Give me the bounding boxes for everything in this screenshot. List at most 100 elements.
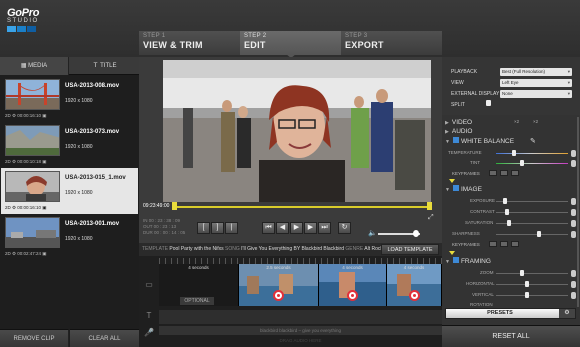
playback-select[interactable]: Best (Full Resolution) bbox=[500, 68, 572, 76]
clip-meta: 2D ⚙ 00:02:47:24 ▣ bbox=[5, 251, 47, 256]
keyframes-label: KEYFRAMES bbox=[452, 242, 480, 247]
section-audio-label: AUDIO bbox=[451, 128, 473, 135]
saturation-knob[interactable] bbox=[507, 220, 511, 226]
saturation-stepper[interactable] bbox=[571, 220, 576, 227]
step-export[interactable]: STEP 3 EXPORT bbox=[341, 31, 442, 55]
step-number: STEP 3 bbox=[345, 33, 368, 39]
reset-all-button[interactable]: RESET ALL bbox=[442, 325, 580, 347]
horizontal-knob[interactable] bbox=[525, 281, 529, 287]
temperature-stepper[interactable] bbox=[571, 150, 576, 157]
clip-item[interactable]: USA-2013-001.mov 1920 x 1080 2D ⚙ 00:02:… bbox=[1, 214, 138, 260]
split-slider-knob[interactable] bbox=[486, 100, 491, 106]
split-icon[interactable]: | bbox=[225, 222, 238, 234]
vertical-knob[interactable] bbox=[525, 292, 529, 298]
clip-item[interactable]: USA-2013-008.mov 1920 x 1080 2D ⚙ 00:00:… bbox=[1, 76, 138, 122]
clip-resolution: 1920 x 1080 bbox=[65, 144, 93, 150]
clip-item-selected[interactable]: USA-2013-015_1.mov 1920 x 1080 2D ⚙ 00:0… bbox=[1, 168, 138, 214]
clip-item[interactable]: USA-2013-073.mov 1920 x 1080 2D ⚙ 00:00:… bbox=[1, 122, 138, 168]
clip-name: USA-2013-008.mov bbox=[65, 83, 120, 89]
keyframe-next-button[interactable] bbox=[511, 241, 519, 247]
record-icon[interactable] bbox=[409, 290, 420, 301]
tab-media[interactable]: ▦ MEDIA bbox=[0, 57, 69, 75]
keyframe-prev-button[interactable] bbox=[489, 241, 497, 247]
clear-all-button[interactable]: CLEAR ALL bbox=[70, 329, 139, 347]
video-preview[interactable] bbox=[163, 60, 431, 202]
zoom-label: ZOOM bbox=[480, 270, 494, 275]
horizontal-slider[interactable] bbox=[496, 284, 568, 285]
tint-slider[interactable] bbox=[496, 163, 568, 164]
step-number: STEP 1 bbox=[143, 33, 166, 39]
volume-knob[interactable] bbox=[413, 230, 419, 237]
view-select[interactable]: Left Eye bbox=[500, 79, 572, 87]
section-wb-label: WHITE BALANCE bbox=[460, 138, 515, 145]
sharpness-slider[interactable] bbox=[496, 234, 568, 235]
remove-clip-button[interactable]: REMOVE CLIP bbox=[0, 329, 69, 347]
record-icon[interactable] bbox=[273, 290, 284, 301]
contrast-knob[interactable] bbox=[505, 209, 509, 215]
temperature-slider[interactable] bbox=[496, 153, 568, 154]
section-video[interactable]: ▶ VIDEO bbox=[445, 119, 472, 126]
zoom-slider[interactable] bbox=[496, 273, 568, 274]
exposure-knob[interactable] bbox=[503, 198, 507, 204]
zoom-stepper[interactable] bbox=[571, 270, 576, 277]
timeline-segment[interactable]: 2.5 seconds bbox=[239, 264, 319, 306]
keyframe-prev-button[interactable] bbox=[489, 170, 497, 176]
sharpness-stepper[interactable] bbox=[571, 231, 576, 238]
go-to-start-icon[interactable]: ⏮ bbox=[262, 222, 275, 234]
scrub-bar[interactable] bbox=[175, 206, 431, 208]
title-track[interactable] bbox=[159, 310, 442, 324]
timeline-segment[interactable]: 4 seconds bbox=[319, 264, 387, 306]
section-audio[interactable]: ▶ AUDIO bbox=[445, 128, 472, 135]
keyframe-add-button[interactable] bbox=[500, 170, 508, 176]
go-to-end-icon[interactable]: ⏭ bbox=[318, 222, 331, 234]
settings-scrollbar[interactable] bbox=[577, 117, 579, 307]
external-display-select[interactable]: None bbox=[500, 90, 572, 98]
gear-icon[interactable]: ⚙ bbox=[559, 309, 575, 318]
segment-duration: 4 seconds bbox=[403, 265, 425, 270]
fullscreen-icon[interactable]: ⤢ bbox=[428, 214, 434, 222]
sharpness-knob[interactable] bbox=[537, 231, 541, 237]
step-view-trim[interactable]: STEP 1 VIEW & TRIM bbox=[139, 31, 240, 55]
temperature-knob[interactable] bbox=[512, 150, 516, 156]
tint-knob[interactable] bbox=[520, 160, 524, 166]
vertical-slider[interactable] bbox=[496, 295, 568, 296]
vertical-stepper[interactable] bbox=[571, 292, 576, 299]
horizontal-stepper[interactable] bbox=[571, 281, 576, 288]
image-checkbox[interactable] bbox=[452, 185, 459, 192]
keyframe-add-button[interactable] bbox=[500, 241, 508, 247]
collapse-icon: ▼ bbox=[445, 187, 450, 193]
mark-in-icon[interactable]: [ bbox=[197, 222, 210, 234]
section-image[interactable]: ▼ IMAGE bbox=[445, 185, 482, 193]
timeline-segment[interactable]: 4 seconds bbox=[387, 264, 442, 306]
audio-track[interactable]: blackbird blackbird – give you everythin… bbox=[159, 326, 442, 335]
framing-checkbox[interactable] bbox=[452, 257, 459, 264]
mark-out-icon[interactable]: ] bbox=[211, 222, 224, 234]
section-framing[interactable]: ▼ FRAMING bbox=[445, 257, 491, 265]
step-edit[interactable]: STEP 2 EDIT bbox=[240, 31, 341, 55]
clip-meta: 2D ⚙ 00:00:16:10 ▣ bbox=[5, 113, 47, 118]
trim-out-handle[interactable] bbox=[427, 202, 432, 210]
keyframe-next-button[interactable] bbox=[511, 170, 519, 176]
load-template-button[interactable]: LOAD TEMPLATE bbox=[381, 244, 439, 255]
contrast-stepper[interactable] bbox=[571, 209, 576, 216]
audio-drop-zone[interactable]: DRAG AUDIO HERE bbox=[159, 336, 442, 345]
play-icon[interactable]: ▶ bbox=[290, 222, 303, 234]
genre-label: GENRE bbox=[345, 246, 364, 252]
tab-title[interactable]: Ｔ TITLE bbox=[70, 57, 139, 75]
section-white-balance[interactable]: ▼ WHITE BALANCE bbox=[445, 137, 515, 145]
zoom-knob[interactable] bbox=[520, 270, 524, 276]
horizontal-label: HORIZONTAL bbox=[466, 281, 495, 286]
gopro-logo: GoPro STUDIO bbox=[7, 7, 43, 32]
step-forward-icon[interactable]: ▶ bbox=[304, 222, 317, 234]
eyedropper-icon[interactable]: ✎ bbox=[530, 137, 536, 145]
clip-thumbnail bbox=[5, 125, 60, 156]
exposure-stepper[interactable] bbox=[571, 198, 576, 205]
white-balance-checkbox[interactable] bbox=[452, 137, 459, 144]
template-info: TEMPLATE Pool Party with the Nifxs SONG … bbox=[142, 246, 383, 252]
record-icon[interactable] bbox=[347, 290, 358, 301]
step-back-icon[interactable]: ◀ bbox=[276, 222, 289, 234]
trim-in-handle[interactable] bbox=[172, 202, 177, 210]
loop-icon[interactable]: ↻ bbox=[338, 222, 351, 234]
tint-stepper[interactable] bbox=[571, 160, 576, 167]
video-speed-a: ×2 bbox=[514, 119, 520, 124]
